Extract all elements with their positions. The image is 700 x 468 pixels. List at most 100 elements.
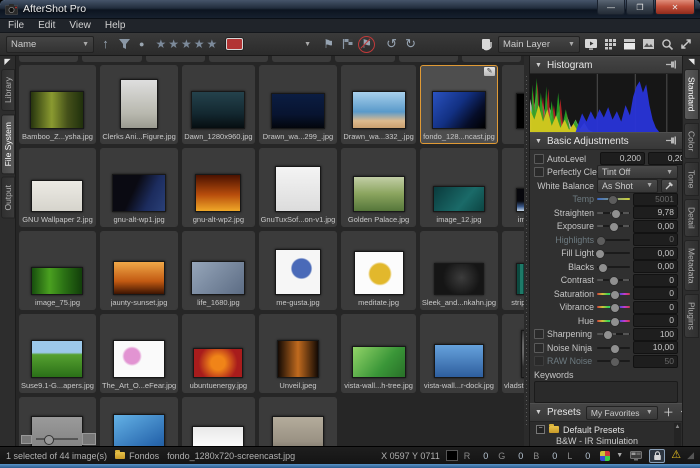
layer-dropdown[interactable]: Main Layer▼ [498, 36, 580, 53]
blacks-slider-knob[interactable] [598, 263, 608, 273]
eyedropper-icon[interactable] [661, 179, 678, 193]
rotate-left-icon[interactable]: ↺ [384, 37, 399, 52]
highlights-value[interactable]: 0 [633, 233, 678, 246]
close-button[interactable]: ✕ [655, 0, 695, 15]
thumbnail-cell[interactable]: Unveil.jpeg [259, 314, 338, 393]
fill-light-value[interactable]: 0,00 [633, 247, 678, 260]
thumbnail-cell[interactable]: Sleek_and...nkahn.jpg [420, 231, 498, 310]
collapse-triangle-icon[interactable]: ▼ [535, 138, 542, 145]
pin-icon[interactable] [666, 136, 677, 147]
pin-icon[interactable] [666, 60, 677, 71]
image-view-icon[interactable] [641, 37, 656, 52]
fullscreen-icon[interactable] [679, 37, 694, 52]
lock-icon[interactable] [649, 449, 665, 463]
basic-adjustments-header[interactable]: ▼ Basic Adjustments [530, 132, 682, 150]
sidebar-tab-output[interactable]: Output [1, 177, 15, 219]
large-thumbnail-icon[interactable] [82, 433, 96, 445]
thumbnail-cell[interactable]: vista-wall...r-dock.jpg [420, 314, 498, 393]
temp-slider[interactable] [597, 198, 630, 200]
thumbnail-image[interactable] [31, 267, 83, 295]
fill-light-slider[interactable] [597, 252, 630, 254]
raw-noise-value[interactable]: 50 [633, 355, 678, 368]
warning-icon[interactable]: ⚠ [671, 450, 681, 461]
sort-direction-icon[interactable]: ↑ [98, 37, 113, 52]
thumbnail-view-icon[interactable] [603, 37, 618, 52]
thumbnail-cell[interactable]: Dawn_1280x960.jpg [182, 65, 254, 144]
thumbnail-image[interactable] [354, 251, 404, 295]
menu-file[interactable]: File [8, 20, 24, 31]
magnifier-icon[interactable] [660, 37, 675, 52]
thumbnail-cell[interactable] [100, 397, 178, 446]
noise-ninja-checkbox[interactable] [534, 343, 544, 353]
clipped-thumbnail-cell[interactable] [19, 56, 78, 62]
noise-ninja-value[interactable]: 10,00 [633, 341, 678, 354]
menu-edit[interactable]: Edit [38, 20, 55, 31]
saturation-value[interactable]: 0 [633, 287, 678, 300]
thumbnail-image[interactable] [521, 330, 524, 378]
vibrance-slider-knob[interactable] [610, 303, 620, 313]
thumbnail-image[interactable] [31, 180, 83, 212]
thumbnail-cell[interactable]: stripes114_kde.jpg [502, 231, 524, 310]
thumbnail-cell[interactable]: image_75.jpg [19, 231, 96, 310]
thumbnail-image[interactable] [113, 340, 165, 378]
sharpening-slider[interactable] [597, 333, 630, 335]
thumbnail-image[interactable] [516, 188, 524, 212]
add-preset-button[interactable]: ＋ [663, 408, 674, 418]
noise-ninja-slider-knob[interactable] [610, 344, 620, 354]
thumbnail-image[interactable] [120, 79, 158, 129]
clipped-thumbnail-cell[interactable] [82, 56, 141, 62]
menu-help[interactable]: Help [105, 20, 126, 31]
vibrance-slider[interactable] [597, 306, 630, 308]
thumbnail-image[interactable] [352, 91, 406, 129]
thumbnail-cell[interactable]: me-gusta.jpg [259, 231, 338, 310]
white-balance-dropdown[interactable]: As Shot▼ [597, 179, 658, 193]
thumbnail-image[interactable] [192, 426, 244, 447]
collapse-expander-icon[interactable]: − [536, 425, 545, 434]
thumbnail-cell[interactable] [182, 397, 254, 446]
thumbnail-cell[interactable]: Golden Palace.jpg [341, 148, 415, 227]
contrast-slider-knob[interactable] [609, 276, 619, 286]
split-view-icon[interactable] [622, 37, 637, 52]
clipped-thumbnail-cell[interactable] [209, 56, 268, 62]
presets-filter-dropdown[interactable]: My Favorites▼ [586, 406, 658, 420]
clipped-thumbnail-cell[interactable] [272, 56, 331, 62]
thumbnail-image[interactable] [434, 263, 484, 295]
straighten-value[interactable]: 9,78 [633, 206, 678, 219]
thumbnail-image[interactable] [271, 93, 325, 129]
thumbnail-image[interactable] [352, 346, 406, 378]
blacks-value[interactable]: 0,00 [633, 260, 678, 273]
clipped-thumbnail-cell[interactable] [399, 56, 458, 62]
thumbnail-image[interactable] [191, 261, 245, 295]
tools-tab-detail[interactable]: Detail [684, 199, 699, 237]
small-thumbnail-icon[interactable] [21, 435, 32, 444]
thumbnail-cell[interactable]: Bamboo_Z...ysha.jpg [19, 65, 96, 144]
thumbnail-image[interactable] [112, 174, 166, 212]
sharpening-value[interactable]: 100 [633, 328, 678, 341]
collapse-left-panel-icon[interactable]: ◤ [4, 58, 10, 66]
thumbnail-image[interactable] [275, 166, 321, 212]
thumbnail-cell[interactable]: meditate.jpg [341, 231, 415, 310]
filter-icon[interactable] [117, 37, 132, 52]
thumbnail-cell[interactable] [259, 397, 338, 446]
highlights-slider[interactable] [597, 239, 630, 241]
thumbnail-image[interactable] [31, 340, 83, 378]
resize-grip[interactable]: ◢ [687, 450, 694, 461]
sharpening-slider-knob[interactable] [603, 330, 613, 340]
no-rating-dot-icon[interactable]: ● [139, 39, 144, 49]
blacks-slider[interactable] [597, 266, 630, 268]
flag-icon[interactable]: ⚑ [321, 37, 336, 52]
remove-flag-icon[interactable]: ⚑ [359, 37, 374, 52]
raw-noise-slider-knob[interactable] [610, 357, 620, 367]
menu-view[interactable]: View [69, 20, 91, 31]
tools-tab-color[interactable]: Color [684, 123, 699, 159]
saturation-slider[interactable] [597, 293, 630, 295]
preset-folder-default-presets[interactable]: − Default Presets [536, 424, 672, 435]
highlights-slider-knob[interactable] [596, 236, 606, 246]
star-icon[interactable]: ★ [168, 38, 179, 50]
thumbnail-cell[interactable]: jaunty-sunset.jpg [100, 231, 178, 310]
collapse-triangle-icon[interactable]: ▼ [535, 409, 542, 416]
chevron-down-icon[interactable]: ▼ [616, 452, 623, 459]
thumbnail-cell[interactable]: ubuntuenergy.jpg [182, 314, 254, 393]
thumbnail-cell[interactable]: image_138.jpg [502, 148, 524, 227]
thumbnail-cell[interactable]: The_Art_O...eFear.jpg [100, 314, 178, 393]
